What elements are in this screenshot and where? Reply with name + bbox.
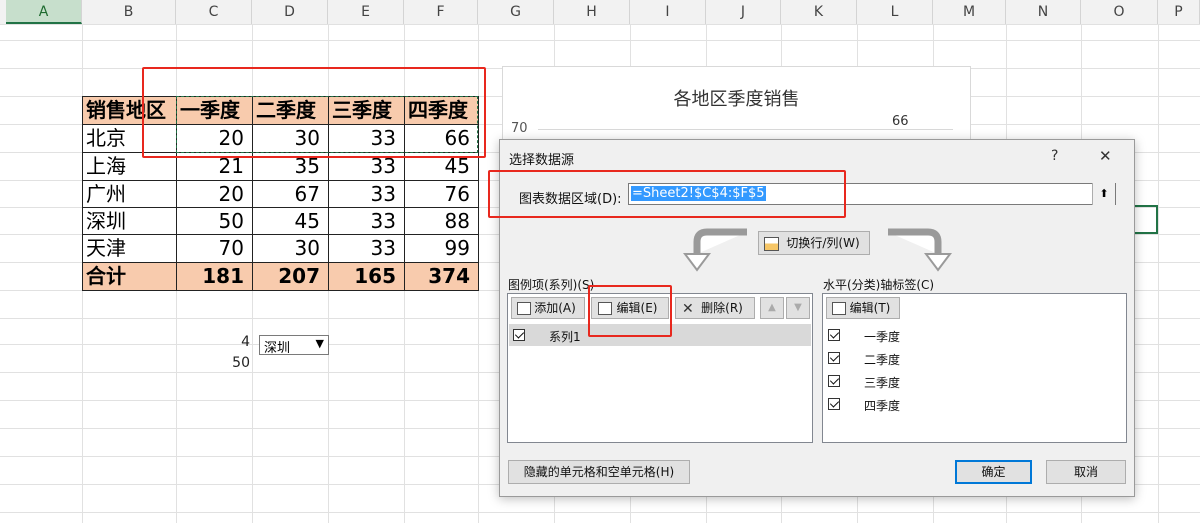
chevron-down-icon: ▼	[315, 337, 324, 350]
grid-vline	[1158, 24, 1159, 523]
axis-label-checkbox[interactable]	[828, 352, 840, 364]
ok-button[interactable]: 确定	[955, 460, 1032, 484]
column-header-a[interactable]: A	[6, 0, 82, 24]
axis-labels-panel: 编辑(T) 一季度二季度三季度四季度	[822, 293, 1127, 443]
axis-label-checkbox[interactable]	[828, 329, 840, 341]
table-cell[interactable]: 33	[328, 207, 405, 235]
table-cell[interactable]: 33	[328, 180, 405, 208]
column-header-bar: ABCDEFGHIJKLMNOP	[0, 0, 1200, 25]
axis-label-checkbox[interactable]	[828, 375, 840, 387]
help-icon[interactable]: ?	[1051, 148, 1058, 164]
column-header-e[interactable]: E	[328, 0, 404, 24]
table-cell[interactable]: 76	[404, 180, 479, 208]
delete-series-button[interactable]: ✕ 删除(R)	[675, 297, 755, 319]
column-header-h[interactable]: H	[554, 0, 630, 24]
chart-title: 各地区季度销售	[673, 89, 800, 110]
switch-grid-icon	[764, 237, 779, 251]
axis-label-text: 二季度	[864, 353, 901, 367]
move-up-button[interactable]: ▲	[760, 297, 784, 319]
dropdown-selected-value: 深圳	[264, 341, 291, 356]
city-dropdown[interactable]: 深圳 ▼	[259, 335, 329, 356]
axis-labels-title: 水平(分类)轴标签(C)	[823, 278, 935, 292]
table-total-cell[interactable]: 181	[176, 262, 253, 291]
table-cell[interactable]: 50	[176, 207, 253, 235]
table-total-cell[interactable]: 207	[252, 262, 329, 291]
column-header-c[interactable]: C	[176, 0, 252, 24]
column-header-o[interactable]: O	[1081, 0, 1158, 24]
table-cell[interactable]: 30	[252, 234, 329, 263]
add-button-label: 添加(A)	[534, 301, 576, 315]
table-cell[interactable]: 广州	[82, 180, 177, 208]
axis-label-text: 一季度	[864, 330, 901, 344]
axis-label-item[interactable]: 二季度	[824, 348, 1124, 370]
cell-lookup-value: 50	[232, 355, 250, 371]
table-cell[interactable]: 70	[176, 234, 253, 263]
add-icon	[517, 302, 531, 315]
annotation-box-range	[488, 170, 846, 218]
grid-hline	[0, 40, 1200, 41]
column-header-g[interactable]: G	[478, 0, 554, 24]
column-header-n[interactable]: N	[1006, 0, 1081, 24]
column-header-f[interactable]: F	[404, 0, 478, 24]
table-total-cell[interactable]: 合计	[82, 262, 177, 291]
table-total-cell[interactable]: 165	[328, 262, 405, 291]
dialog-title: 选择数据源	[509, 153, 575, 168]
arrow-right-icon	[888, 228, 952, 272]
axis-label-text: 四季度	[864, 399, 901, 413]
switch-button-label: 切换行/列(W)	[786, 236, 860, 250]
column-header-d[interactable]: D	[252, 0, 328, 24]
axis-label-item[interactable]: 四季度	[824, 394, 1124, 416]
column-header-i[interactable]: I	[630, 0, 706, 24]
switch-row-column-button[interactable]: 切换行/列(W)	[758, 231, 870, 255]
column-header-b[interactable]: B	[82, 0, 176, 24]
series-name: 系列1	[549, 330, 581, 344]
select-data-source-dialog: 选择数据源 ? ✕ 图表数据区域(D): =Sheet2!$C$4:$F$5 ⬆…	[488, 139, 1135, 497]
table-cell[interactable]: 88	[404, 207, 479, 235]
table-cell[interactable]: 67	[252, 180, 329, 208]
cancel-button[interactable]: 取消	[1046, 460, 1126, 484]
annotation-box-edit	[588, 285, 672, 337]
delete-icon: ✕	[682, 301, 694, 317]
table-cell[interactable]: 深圳	[82, 207, 177, 235]
axis-label-item[interactable]: 三季度	[824, 371, 1124, 393]
series-checkbox[interactable]	[513, 329, 525, 341]
grid-hline	[0, 24, 1200, 25]
table-cell[interactable]: 45	[252, 207, 329, 235]
column-header-p[interactable]: P	[1158, 0, 1200, 24]
axis-edit-label: 编辑(T)	[849, 301, 891, 315]
edit-axis-labels-button[interactable]: 编辑(T)	[826, 297, 900, 319]
chart-data-label: 66	[892, 114, 909, 129]
arrow-left-icon	[683, 228, 747, 272]
chart-y-tick: 70	[511, 121, 528, 136]
table-cell[interactable]: 天津	[82, 234, 177, 263]
hidden-empty-cells-button[interactable]: 隐藏的单元格和空单元格(H)	[508, 460, 690, 484]
column-header-l[interactable]: L	[857, 0, 933, 24]
table-total-cell[interactable]: 374	[404, 262, 479, 291]
axis-label-checkbox[interactable]	[828, 398, 840, 410]
move-down-button[interactable]: ▼	[786, 297, 810, 319]
add-series-button[interactable]: 添加(A)	[511, 297, 585, 319]
table-cell[interactable]: 33	[328, 234, 405, 263]
column-header-m[interactable]: M	[933, 0, 1006, 24]
axis-label-text: 三季度	[864, 376, 901, 390]
column-header-k[interactable]: K	[781, 0, 857, 24]
axis-label-item[interactable]: 一季度	[824, 325, 1124, 347]
column-header-j[interactable]: J	[706, 0, 781, 24]
annotation-box-table	[142, 67, 486, 158]
grid-hline	[0, 512, 1200, 513]
cell-index-value: 4	[241, 334, 250, 350]
legend-entries-title: 图例项(系列)(S)	[508, 278, 595, 292]
collapse-dialog-icon[interactable]: ⬆	[1092, 183, 1115, 205]
table-cell[interactable]: 99	[404, 234, 479, 263]
chart-gridline	[538, 129, 953, 130]
edit-axis-icon	[832, 302, 846, 315]
delete-button-label: 删除(R)	[701, 301, 743, 315]
table-cell[interactable]: 20	[176, 180, 253, 208]
close-icon[interactable]: ✕	[1099, 147, 1112, 165]
